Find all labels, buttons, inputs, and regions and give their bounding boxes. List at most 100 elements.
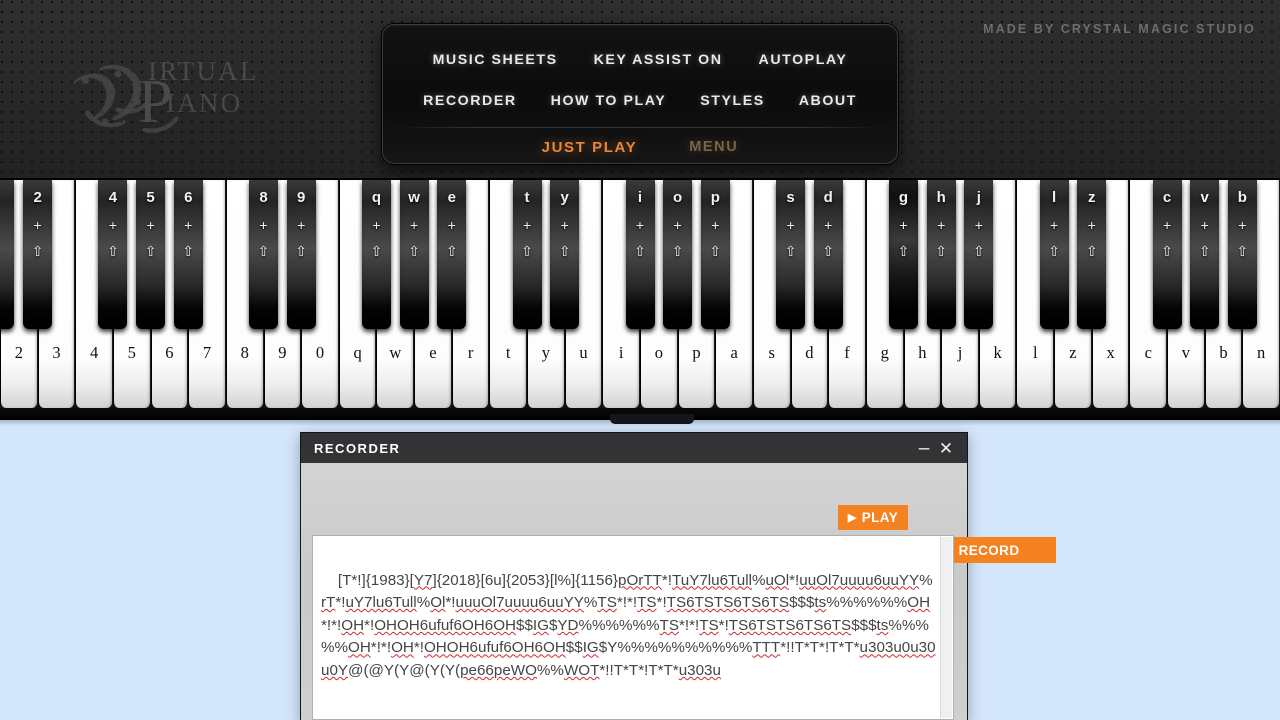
black-key-j[interactable]: j + ⇧ [964,180,994,329]
black-key-labels: l + ⇧ [1040,190,1069,258]
white-key-label: n [1257,343,1266,362]
black-key-char: q [371,189,382,206]
white-key-label: f [844,343,850,362]
black-key-labels: p + ⇧ [701,190,730,258]
black-key-s[interactable]: s + ⇧ [776,180,806,329]
keyboard-resize-tab[interactable] [610,414,694,424]
black-key-labels: g + ⇧ [889,190,918,258]
black-key-d[interactable]: d + ⇧ [813,180,843,329]
white-key-label: i [618,343,624,362]
shift-key-icon: ⇧ [784,243,797,259]
menu-row-1: MUSIC SHEETS KEY ASSIST ON AUTOPLAY [383,39,897,81]
black-key-char: y [560,189,569,206]
close-icon[interactable]: ✕ [935,440,957,457]
minimize-icon[interactable]: – [913,439,935,458]
shift-key-icon: ⇧ [897,243,910,259]
menu-item-about[interactable]: ABOUT [799,93,857,109]
black-key-char: z [1088,189,1096,206]
black-key-p[interactable]: p + ⇧ [700,180,730,329]
white-key-label: 2 [14,343,23,362]
white-key-label: h [918,343,927,362]
menu-item-autoplay[interactable]: AUTOPLAY [759,52,848,68]
plus-icon: + [33,217,42,233]
menu-item-just-play[interactable]: JUST PLAY [542,139,638,156]
black-key-char: 9 [297,189,306,206]
menu-row-3: JUST PLAY MENU [383,128,897,166]
black-key-labels: o + ⇧ [663,190,692,258]
plus-icon: + [974,217,983,233]
plus-icon: + [522,217,532,233]
black-key-labels: w + ⇧ [400,190,429,258]
virtual-piano-logo[interactable]: IRTUAL IANO P [60,50,290,146]
black-key-i[interactable]: i + ⇧ [625,180,655,329]
black-key-labels: 6 + ⇧ [174,190,203,258]
black-key-y[interactable]: y + ⇧ [550,180,580,329]
plus-icon: + [899,217,908,233]
recorded-notes-textarea[interactable]: [T*!]{1983}[Y7]{2018}[6u]{2053}[l%]{1156… [312,535,954,720]
recorder-titlebar[interactable]: RECORDER – ✕ [301,433,967,463]
black-key-char: 4 [108,189,118,206]
plus-icon: + [560,217,569,233]
black-key-o[interactable]: o + ⇧ [663,180,693,329]
black-key-partial[interactable] [0,180,14,329]
black-key-2[interactable]: 2 + ⇧ [23,180,53,329]
black-key-5[interactable]: 5 + ⇧ [136,180,166,329]
white-key-label: v [1181,343,1190,362]
black-key-4[interactable]: 4 + ⇧ [98,180,128,329]
menu-item-how-to-play[interactable]: HOW TO PLAY [551,93,667,109]
black-key-6[interactable]: 6 + ⇧ [173,180,203,329]
menu-item-key-assist[interactable]: KEY ASSIST ON [594,52,723,68]
menu-item-recorder[interactable]: RECORDER [423,93,517,109]
black-key-labels: s + ⇧ [776,190,805,258]
white-key-label: d [805,343,814,362]
white-key-label: e [429,343,437,362]
white-key-label: j [957,343,963,362]
recorder-title: RECORDER [314,440,401,456]
play-icon: ▶ [847,512,857,524]
menu-item-menu[interactable]: MENU [689,139,738,155]
shift-key-icon: ⇧ [822,243,835,259]
white-key-label: q [353,343,362,362]
black-key-h[interactable]: h + ⇧ [926,180,956,329]
black-key-labels: e + ⇧ [437,190,466,258]
plus-icon: + [1162,217,1172,233]
black-key-char: 6 [184,189,193,206]
play-button[interactable]: ▶ PLAY [838,505,908,530]
black-key-8[interactable]: 8 + ⇧ [249,180,279,329]
black-key-char: e [447,189,456,206]
black-key-v[interactable]: v + ⇧ [1190,180,1220,329]
black-key-c[interactable]: c + ⇧ [1152,180,1182,329]
white-key-label: 7 [202,343,212,362]
black-key-g[interactable]: g + ⇧ [889,180,919,329]
shift-key-icon: ⇧ [295,243,308,259]
virtual-piano-app: IRTUAL IANO P MADE BY CRYSTAL MAGIC STUD… [0,0,1280,720]
shift-key-icon: ⇧ [1085,243,1098,259]
menu-item-music-sheets[interactable]: MUSIC SHEETS [433,52,558,68]
made-by-credit: MADE BY CRYSTAL MAGIC STUDIO [983,22,1256,36]
shift-key-icon: ⇧ [182,243,195,259]
black-key-labels: 9 + ⇧ [287,190,316,258]
white-key-label: w [389,343,402,362]
notes-scrollbar[interactable] [940,537,952,718]
shift-key-icon: ⇧ [709,243,722,259]
black-key-t[interactable]: t + ⇧ [512,180,542,329]
plus-icon: + [297,217,306,233]
black-key-w[interactable]: w + ⇧ [399,180,429,329]
main-menu-panel: MUSIC SHEETS KEY ASSIST ON AUTOPLAY RECO… [382,24,898,164]
menu-item-styles[interactable]: STYLES [700,93,764,109]
black-key-char: 2 [33,189,42,206]
black-key-e[interactable]: e + ⇧ [437,180,467,329]
black-key-q[interactable]: q + ⇧ [361,180,391,329]
white-key-label: k [993,343,1002,362]
black-key-b[interactable]: b + ⇧ [1227,180,1257,329]
black-key-char: l [1052,189,1057,206]
black-key-z[interactable]: z + ⇧ [1077,180,1107,329]
black-key-l[interactable]: l + ⇧ [1039,180,1069,329]
black-key-labels: y + ⇧ [550,190,579,258]
shift-key-icon: ⇧ [144,243,157,259]
plus-icon: + [937,217,946,233]
black-key-9[interactable]: 9 + ⇧ [286,180,316,329]
white-key-label: y [541,343,550,362]
shift-key-icon: ⇧ [558,243,571,259]
white-key-label: l [1032,343,1038,362]
